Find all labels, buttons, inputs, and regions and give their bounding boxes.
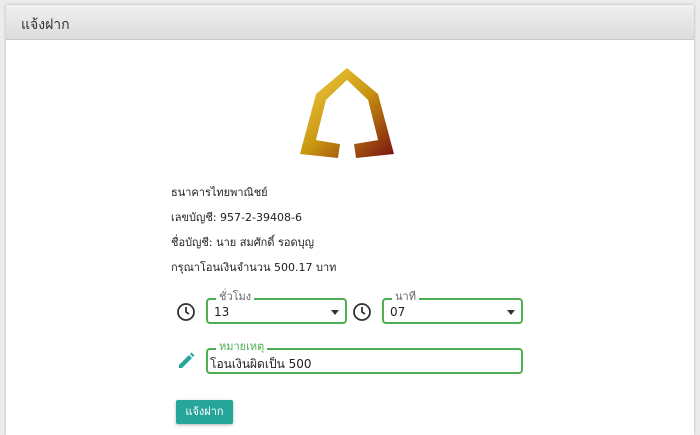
- hour-select[interactable]: ชั่วโมง 13: [206, 289, 347, 324]
- submit-button[interactable]: แจ้งฝาก: [176, 400, 233, 424]
- account-number: เลขบัญชี: 957-2-39408-6: [171, 211, 302, 224]
- note-input[interactable]: หมายเหตุ โอนเงินผิดเป็น 500: [206, 339, 523, 374]
- bank-name: ธนาคารไทยพาณิชย์: [171, 186, 268, 199]
- minute-select[interactable]: นาที 07: [382, 289, 523, 324]
- card-header: แจ้งฝาก: [6, 5, 694, 40]
- amount-text: กรุณาโอนเงินจำนวน 500.17 บาท: [171, 261, 337, 274]
- chevron-down-icon: [331, 310, 339, 315]
- scb-bank-logo: [300, 68, 394, 158]
- hour-value: 13: [214, 305, 230, 319]
- note-label: หมายเหตุ: [216, 339, 268, 355]
- chevron-down-icon: [507, 310, 515, 315]
- pencil-icon: [179, 352, 195, 368]
- minute-value: 07: [390, 305, 406, 319]
- minute-label: นาที: [392, 289, 419, 305]
- account-name: ชื่อบัญชี: นาย สมศักดิ์ รอดบุญ: [171, 236, 314, 249]
- page-title: แจ้งฝาก: [21, 17, 70, 33]
- clock-icon: [353, 303, 371, 321]
- note-value: โอนเงินผิดเป็น 500: [210, 357, 312, 371]
- clock-icon: [177, 303, 195, 321]
- hour-label: ชั่วโมง: [216, 289, 255, 305]
